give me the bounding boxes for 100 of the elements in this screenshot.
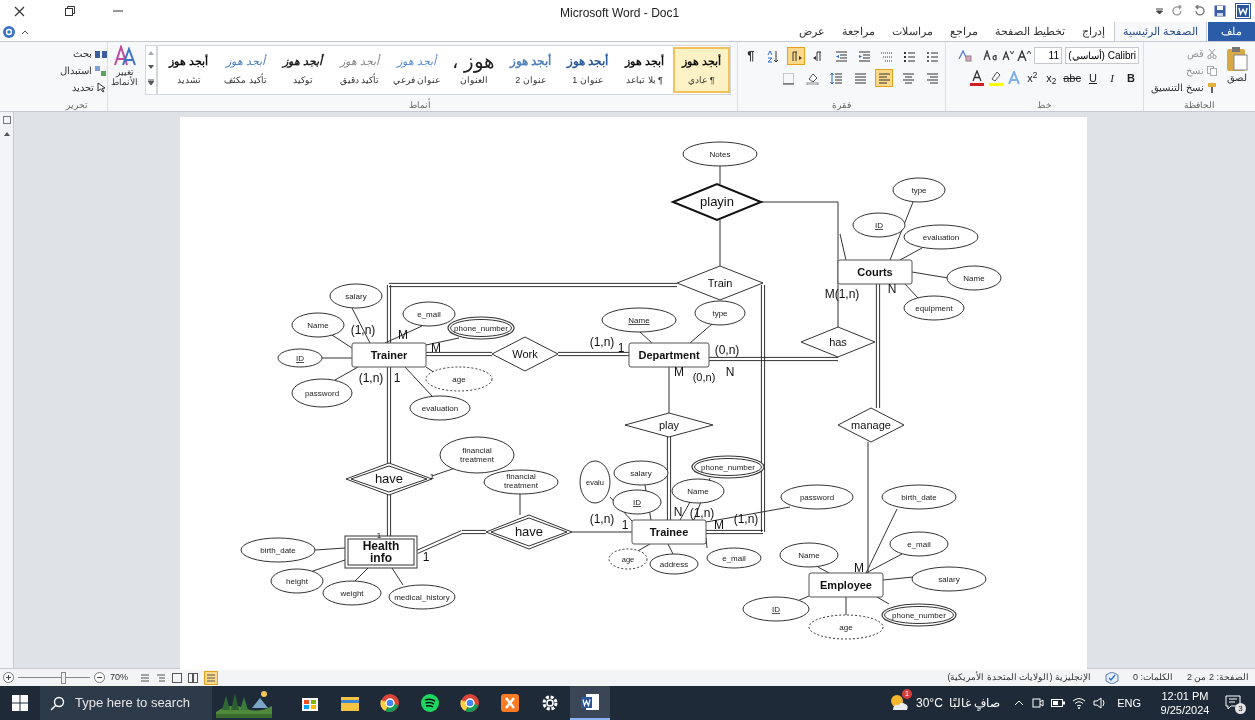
entity-box: Employee	[808, 572, 884, 598]
align-left-icon	[877, 71, 891, 85]
clock-date[interactable]: 9/25/2024	[1160, 703, 1210, 717]
input-language[interactable]: ENG	[1117, 694, 1141, 712]
show-hidden-icons-icon[interactable]	[1014, 700, 1025, 706]
start-icon[interactable]	[12, 695, 28, 711]
undo-icon[interactable]	[1193, 5, 1205, 17]
attribute-oval: type	[694, 300, 746, 326]
underline-button[interactable]: U	[1085, 69, 1101, 87]
align-left-button[interactable]	[875, 69, 893, 87]
ribbon-tab[interactable]: الصفحة الرئيسية	[1113, 21, 1207, 41]
line-spacing-icon	[829, 71, 843, 85]
grow-font-icon[interactable]	[1017, 49, 1031, 62]
strike-button[interactable]: abc	[1062, 69, 1082, 87]
numbering-icon	[903, 49, 916, 63]
justify-icon	[853, 71, 867, 85]
style-gallery-item[interactable]: هوز ، العنوان	[445, 47, 502, 93]
language-indicator[interactable]: الإنجليزية (الولايات المتحدة الأمريكية)	[947, 670, 1091, 685]
find-button[interactable]: بحث	[47, 45, 107, 62]
style-gallery-item[interactable]: أبجد هوز تشديد	[160, 47, 217, 93]
cardinality-label: M	[398, 328, 408, 342]
cardinality-label: (1,n)	[589, 335, 615, 349]
action-center-icon[interactable]	[1225, 694, 1241, 710]
format-painter-button[interactable]: نسخ التنسيق	[1151, 80, 1217, 96]
show-marks-button[interactable]: ¶	[742, 47, 760, 65]
left-to-right-button[interactable]	[787, 47, 806, 65]
paste-button[interactable]: لصق	[1223, 46, 1251, 96]
taskbar-app-icon[interactable]	[570, 686, 610, 720]
clock-time[interactable]: 12:01 PM	[1161, 689, 1209, 703]
binoculars-icon	[95, 48, 107, 59]
reading-view-icon[interactable]	[188, 672, 198, 683]
connector-line	[689, 323, 713, 344]
cursor-icon	[97, 82, 107, 93]
caret-icon[interactable]	[1156, 7, 1163, 15]
temperature-text[interactable]: 30°C	[916, 694, 943, 712]
style-gallery-item[interactable]: أبجد هوز تأكيد دقيق	[331, 47, 388, 93]
style-gallery-item[interactable]: أبجد هوز ¶ عادي	[673, 47, 730, 93]
meet-now-icon[interactable]	[1032, 697, 1045, 709]
font-color-icon[interactable]	[969, 70, 986, 86]
style-gallery-item[interactable]: أبجد هوز عنوان 1	[559, 47, 616, 93]
volume-icon[interactable]	[1093, 697, 1108, 709]
scroll-up-icon[interactable]	[3, 132, 10, 136]
attribute-oval: equipment	[903, 295, 965, 321]
attribute-oval: password	[291, 378, 353, 408]
help-icon[interactable]	[3, 25, 15, 38]
connector-line	[904, 283, 919, 299]
print-layout-icon[interactable]	[204, 670, 218, 685]
style-gallery-item[interactable]: أبجد هوز تأكيد مكثف	[217, 47, 274, 93]
change-case-icon[interactable]	[983, 50, 999, 61]
style-gallery-item[interactable]: أبجد هوز ¶ بلا تباعد	[616, 47, 673, 93]
window-title: Microsoft Word - Doc1	[560, 5, 680, 22]
word-logo-icon[interactable]	[1235, 3, 1251, 19]
weather-text[interactable]: صافٍ غالبًا	[948, 694, 1001, 712]
connector-line	[719, 165, 721, 185]
clear-formatting-icon[interactable]	[958, 49, 972, 62]
connector-line	[668, 366, 670, 414]
ribbon-tab[interactable]: تخطيط الصفحة	[986, 21, 1073, 41]
highlight-icon[interactable]	[988, 70, 1005, 86]
italic-button[interactable]: I	[1104, 69, 1120, 87]
ribbon-tab[interactable]: إدراج	[1073, 21, 1113, 41]
connector-line	[321, 357, 353, 359]
ribbon-tab[interactable]: مراجعة	[833, 21, 883, 41]
zoom-in-icon[interactable]	[3, 672, 14, 683]
style-gallery-item[interactable]: أبجد هوز توكيد	[274, 47, 331, 93]
redo-icon[interactable]	[1172, 5, 1184, 17]
collapse-ribbon-icon[interactable]	[21, 28, 29, 35]
zoom-percent[interactable]: 70%	[110, 670, 140, 685]
web-layout-icon[interactable]	[172, 672, 182, 683]
proofing-icon[interactable]	[1104, 671, 1119, 684]
script-button[interactable]: x$^{2}$	[1024, 69, 1041, 87]
replace-button[interactable]: استبدال	[47, 62, 107, 79]
ribbon-tab[interactable]: مراسلات	[883, 21, 941, 41]
ribbon-tab[interactable]: ملف	[1208, 21, 1255, 41]
style-gallery-item[interactable]: أبجد هوز عنوان فرعي	[388, 47, 445, 93]
save-icon[interactable]	[1214, 5, 1226, 17]
replace-icon	[95, 65, 107, 76]
page-count[interactable]: الصفحة: 2 من 2	[1186, 670, 1249, 685]
ribbon-tab[interactable]: مراجع	[941, 21, 986, 41]
font-name-field[interactable]: Calibri (أساسي)	[1065, 47, 1139, 64]
bold-button[interactable]: B	[1123, 69, 1139, 87]
word-count[interactable]: الكلمات: 0	[1132, 670, 1173, 685]
change-styles-button[interactable]: تغيير الأنماط	[108, 45, 141, 87]
more-styles-icon[interactable]	[147, 79, 154, 85]
zoom-out-icon[interactable]	[94, 672, 105, 683]
scroll-down-icon[interactable]	[147, 65, 154, 69]
wifi-icon[interactable]	[1072, 697, 1087, 709]
restore-icon[interactable]	[65, 6, 75, 16]
align-right-icon	[925, 71, 939, 85]
script-button[interactable]: x$_{2}$	[1043, 69, 1060, 87]
taskbar-search-field[interactable]: Type here to search	[40, 686, 212, 720]
connector-line	[911, 271, 949, 279]
shrink-font-icon[interactable]	[1002, 50, 1014, 61]
style-gallery-item[interactable]: أبجد هوز عنوان 2	[502, 47, 559, 93]
select-button[interactable]: تحديد	[47, 79, 107, 96]
ruler-toggle-icon[interactable]	[2, 116, 11, 124]
font-size-field[interactable]: 11	[1034, 47, 1062, 64]
ribbon-tab[interactable]: عرض	[790, 21, 833, 41]
entity-box: Department	[628, 342, 710, 368]
close-icon[interactable]	[14, 5, 25, 17]
battery-icon[interactable]	[1051, 698, 1066, 708]
